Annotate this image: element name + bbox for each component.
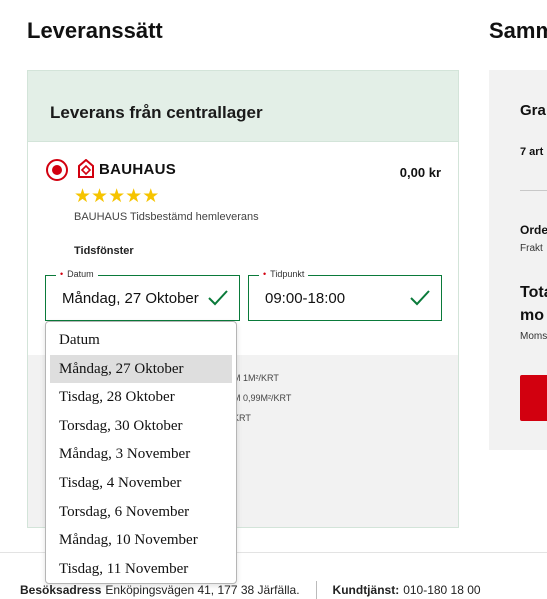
summary-vat-label: Moms (520, 331, 547, 342)
required-dot-icon: • (60, 269, 64, 279)
dropdown-option[interactable]: Datum (50, 326, 232, 355)
customer-service-phone[interactable]: 010-180 18 00 (403, 583, 480, 597)
checkout-button[interactable] (520, 375, 547, 421)
summary-total-label: Tota (520, 284, 547, 301)
date-select[interactable]: • Datum Måndag, 27 Oktober (45, 269, 240, 321)
time-label-text: Tidpunkt (270, 269, 305, 279)
dropdown-option[interactable]: Måndag, 3 November (50, 440, 232, 469)
detail-line: M 1M²/KRT (233, 373, 279, 383)
address-label: Besöksadress (20, 583, 102, 597)
summary-heading: Samm (489, 18, 547, 43)
bauhaus-logo: BAUHAUS (77, 159, 176, 179)
customer-service-label: Kundtjänst: (332, 583, 400, 597)
star-icon: ★ (74, 186, 92, 207)
dropdown-option[interactable]: Torsdag, 6 November (50, 498, 232, 527)
star-icon: ★ (142, 186, 160, 207)
date-value: Måndag, 27 Oktober (62, 290, 199, 307)
delivery-option-radio[interactable] (46, 159, 68, 181)
summary-order-label: Orde (520, 223, 547, 237)
address-text: Enköpingsvägen 41, 177 38 Järfälla. (105, 583, 300, 597)
dropdown-option[interactable]: Torsdag, 30 Oktober (50, 412, 232, 441)
checkout-page: Leveranssätt Samm Leverans från centrall… (0, 0, 547, 599)
date-field-label: • Datum (56, 269, 98, 279)
dropdown-option[interactable]: Tisdag, 28 Oktober (50, 383, 232, 412)
rating-stars: ★★★★★ (74, 187, 159, 207)
time-value: 09:00-18:00 (265, 290, 346, 307)
delivery-price: 0,00 kr (399, 165, 441, 180)
dropdown-option[interactable]: Tisdag, 4 November (50, 469, 232, 498)
dropdown-option-selected[interactable]: Måndag, 27 Oktober (50, 354, 232, 384)
divider (28, 141, 458, 142)
service-name: BAUHAUS Tidsbestämd hemleverans (74, 211, 259, 223)
summary-total-label-line2: mo (520, 307, 544, 324)
footer-separator (315, 581, 317, 599)
summary-shipping-label: Frakt (520, 243, 543, 254)
summary-title: Gra (520, 102, 546, 119)
detail-line: M 0,99M²/KRT (233, 393, 292, 403)
timewindow-label: Tidsfönster (74, 245, 134, 257)
check-icon (410, 290, 430, 306)
time-select[interactable]: • Tidpunkt 09:00-18:00 (248, 269, 442, 321)
time-field-label: • Tidpunkt (259, 269, 309, 279)
summary-divider (520, 190, 547, 191)
delivery-header: Leverans från centrallager (28, 71, 458, 141)
bauhaus-logo-icon (78, 159, 94, 178)
dropdown-option[interactable]: Måndag, 10 November (50, 526, 232, 555)
delivery-method-heading: Leveranssätt (27, 18, 163, 43)
required-dot-icon: • (263, 269, 267, 279)
star-icon: ★ (91, 186, 109, 207)
star-icon: ★ (125, 186, 143, 207)
summary-article-count: 7 art (520, 146, 544, 158)
logo-text: BAUHAUS (99, 160, 177, 178)
star-icon: ★ (108, 186, 126, 207)
check-icon (208, 290, 228, 306)
date-label-text: Datum (67, 269, 94, 279)
date-dropdown-list[interactable]: Datum Måndag, 27 Oktober Tisdag, 28 Okto… (45, 321, 237, 584)
dropdown-option[interactable]: Tisdag, 11 November (50, 555, 232, 584)
order-summary-card: Gra 7 art Orde Frakt Tota mo Moms (489, 70, 547, 450)
